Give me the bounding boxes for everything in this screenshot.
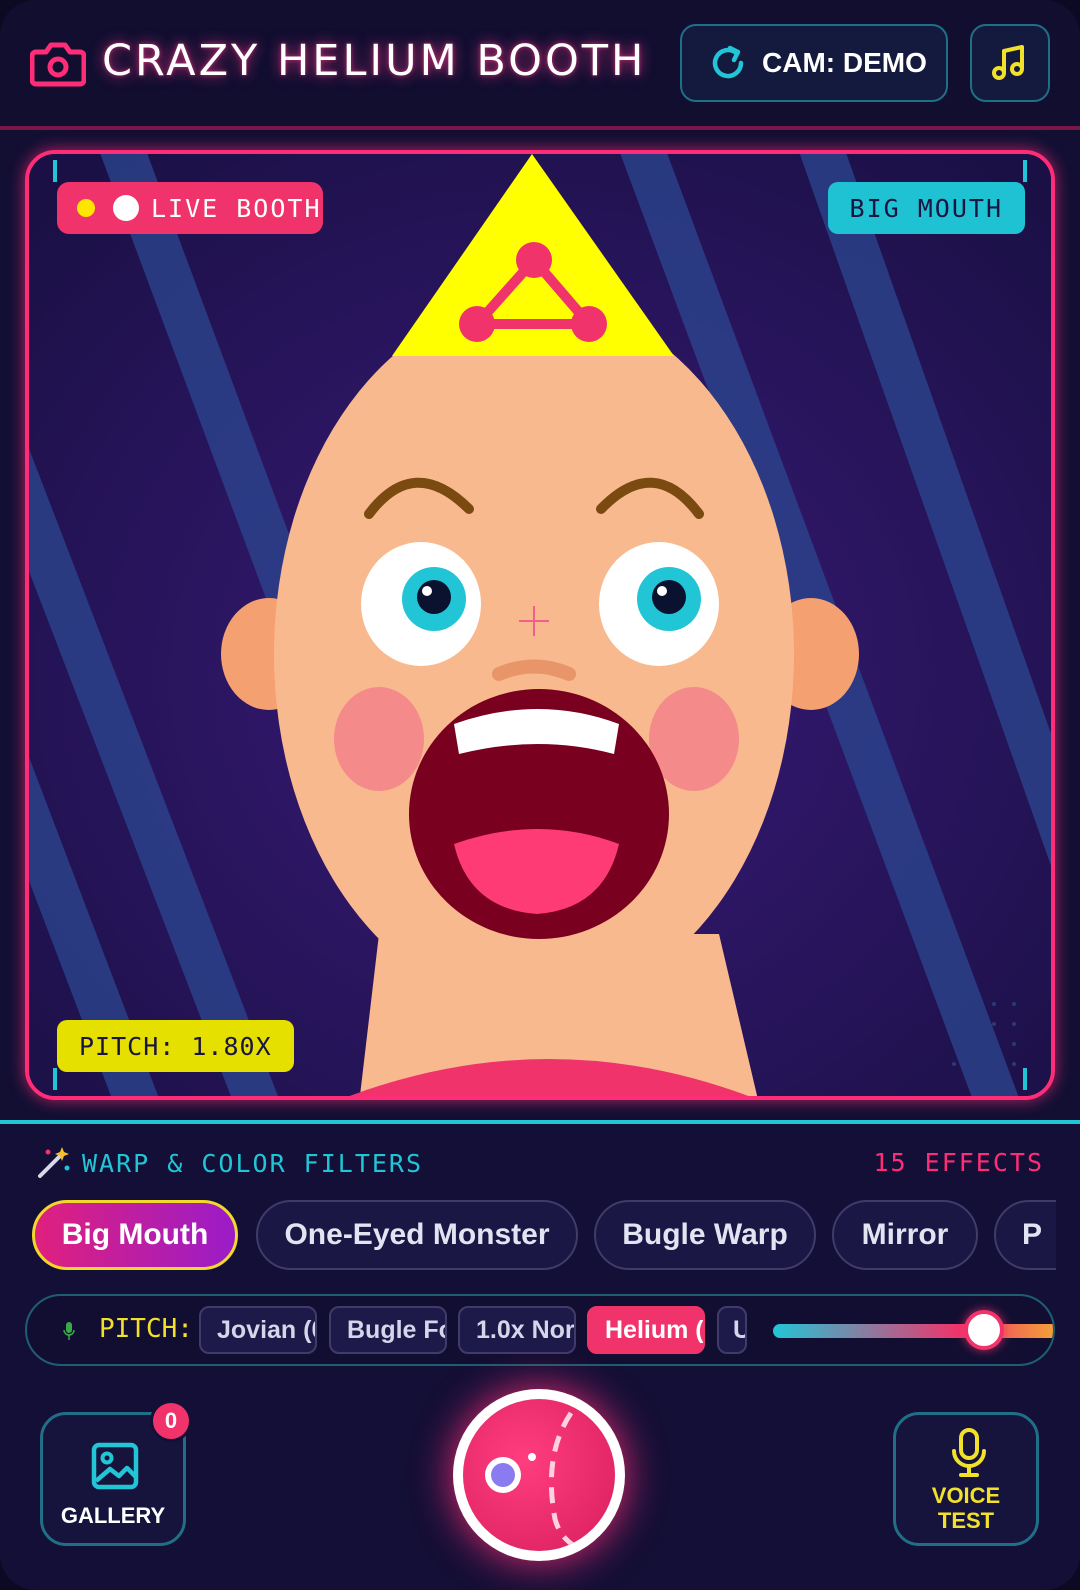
filters-header: WARP & COLOR FILTERS xyxy=(34,1144,423,1182)
microphone-icon xyxy=(63,1322,75,1340)
shutter-icon xyxy=(463,1399,615,1551)
camera-switch-label: CAM: DEMO xyxy=(762,47,927,78)
effects-count: 15 EFFECTS xyxy=(873,1148,1044,1177)
voice-test-label-line2: TEST xyxy=(937,1508,995,1533)
camera-viewport[interactable]: LIVE BOOTH BIG MOUTH PITCH: 1.80X xyxy=(25,150,1055,1100)
music-note-icon xyxy=(992,45,1024,80)
app-title: CRAZY HELIUM BOOTH xyxy=(102,36,647,86)
image-icon xyxy=(91,1442,139,1490)
camera-icon xyxy=(30,42,86,87)
gallery-count-badge: 0 xyxy=(150,1400,192,1442)
active-filter-label: BIG MOUTH xyxy=(849,193,1003,223)
filter-chip-partial[interactable]: P xyxy=(994,1200,1056,1270)
pitch-preset-helium[interactable]: Helium (1 xyxy=(587,1306,705,1354)
live-booth-label: LIVE BOOTH xyxy=(151,193,322,223)
pitch-slider-thumb[interactable] xyxy=(963,1310,1004,1350)
gallery-label: GALLERY xyxy=(60,1503,166,1528)
corner-marker xyxy=(1023,160,1027,182)
pitch-preset-bugle[interactable]: Bugle For xyxy=(329,1306,447,1354)
filters-title: WARP & COLOR FILTERS xyxy=(82,1148,424,1178)
filter-chip-mirror[interactable]: Mirror xyxy=(832,1200,978,1270)
status-dot-icon xyxy=(77,199,95,217)
corner-marker xyxy=(53,1068,57,1090)
shutter-graphic xyxy=(485,1411,583,1551)
pitch-preset-partial[interactable]: U xyxy=(717,1306,747,1354)
pitch-label: PITCH: xyxy=(99,1314,193,1344)
face-preview xyxy=(29,154,1051,1096)
refresh-icon xyxy=(712,45,744,79)
pitch-slider-track[interactable] xyxy=(773,1324,1053,1338)
pitch-control-row: PITCH: Jovian (0. Bugle For 1.0x Norm He… xyxy=(25,1294,1055,1366)
pitch-preset-jovian[interactable]: Jovian (0. xyxy=(199,1306,317,1354)
voice-test-label: VOICE TEST xyxy=(896,1483,1036,1533)
music-button[interactable] xyxy=(970,24,1050,102)
voice-test-button[interactable]: VOICE TEST xyxy=(893,1412,1039,1546)
pitch-readout-badge: PITCH: 1.80X xyxy=(57,1020,294,1072)
controls-panel: WARP & COLOR FILTERS 15 EFFECTS Big Mout… xyxy=(0,1120,1080,1590)
magic-wand-icon xyxy=(38,1147,70,1178)
header: CRAZY HELIUM BOOTH CAM: DEMO xyxy=(0,0,1080,130)
microphone-icon xyxy=(952,1428,986,1477)
app-window: CRAZY HELIUM BOOTH CAM: DEMO LIVE BOOTH … xyxy=(0,0,1080,1590)
corner-marker xyxy=(53,160,57,182)
voice-test-label-line1: VOICE xyxy=(931,1483,1001,1508)
filter-chip-list[interactable]: Big Mouth One-Eyed Monster Bugle Warp Mi… xyxy=(30,1200,1056,1274)
pitch-readout-label: PITCH: 1.80X xyxy=(79,1031,272,1061)
camera-switch-button[interactable]: CAM: DEMO xyxy=(680,24,948,102)
corner-marker xyxy=(1023,1068,1027,1090)
filter-chip-one-eyed-monster[interactable]: One-Eyed Monster xyxy=(256,1200,578,1270)
record-dot-icon xyxy=(113,195,139,221)
pitch-preset-normal[interactable]: 1.0x Norm xyxy=(458,1306,576,1354)
shutter-button[interactable] xyxy=(453,1389,625,1561)
active-filter-badge: BIG MOUTH xyxy=(827,182,1025,234)
filter-chip-bugle-warp[interactable]: Bugle Warp xyxy=(594,1200,816,1270)
live-booth-badge: LIVE BOOTH xyxy=(57,182,323,234)
filter-chip-big-mouth[interactable]: Big Mouth xyxy=(32,1200,238,1270)
